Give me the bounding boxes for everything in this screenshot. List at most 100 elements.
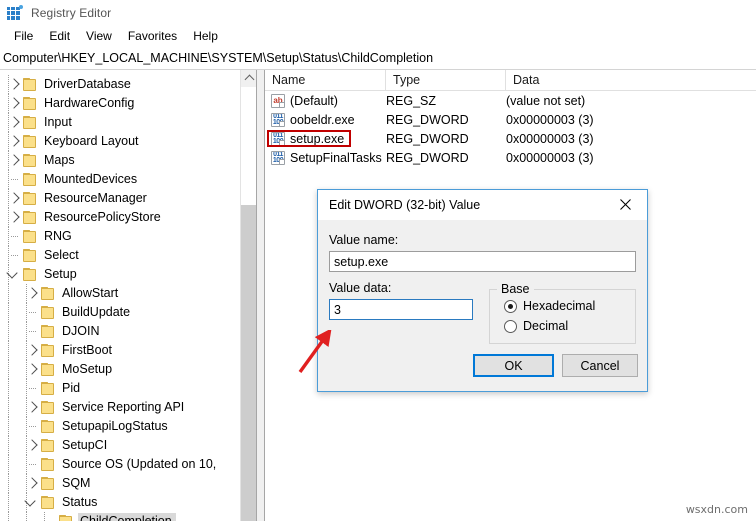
tree-guide-line	[8, 398, 9, 417]
value-name-input[interactable]: setup.exe	[329, 251, 636, 272]
tree-item-resourcemanager[interactable]: ResourceManager	[0, 189, 243, 208]
annotation-arrow	[296, 328, 340, 379]
folder-icon	[40, 343, 56, 358]
chevron-right-icon[interactable]	[6, 113, 22, 132]
table-row[interactable]: 011 100 setup.exe REG_DWORD 0x00000003 (3)	[265, 129, 756, 148]
column-header-data[interactable]: Data	[506, 70, 756, 90]
menu-favorites[interactable]: Favorites	[120, 27, 185, 45]
tree-leaf-marker	[6, 170, 22, 189]
tree-item-djoin[interactable]: DJOIN	[0, 322, 243, 341]
chevron-down-icon[interactable]	[24, 493, 40, 512]
scrollbar-track[interactable]	[241, 205, 256, 521]
chevron-right-icon[interactable]	[24, 284, 40, 303]
tree-item-label: ResourcePolicyStore	[44, 210, 161, 224]
tree-item-rng[interactable]: RNG	[0, 227, 243, 246]
chevron-right-icon[interactable]	[24, 341, 40, 360]
tree-leaf-marker	[6, 227, 22, 246]
tree-item-setup[interactable]: Setup	[0, 265, 243, 284]
tree-vertical-scrollbar[interactable]	[240, 70, 256, 521]
tree-item-label: Status	[62, 495, 98, 509]
tree-guide-line	[8, 474, 9, 493]
value-name-text: (Default)	[290, 93, 338, 108]
chevron-right-icon[interactable]	[6, 132, 22, 151]
close-icon[interactable]	[603, 190, 647, 219]
menu-edit[interactable]: Edit	[41, 27, 78, 45]
table-row[interactable]: ab (Default) REG_SZ (value not set)	[265, 91, 756, 110]
tree-item-source-os-updated-on-10[interactable]: Source OS (Updated on 10,	[0, 455, 243, 474]
tree-item-label: BuildUpdate	[62, 305, 131, 319]
tree-item-keyboard-layout[interactable]: Keyboard Layout	[0, 132, 243, 151]
value-type-cell: REG_DWORD	[386, 112, 469, 127]
tree-item-buildupdate[interactable]: BuildUpdate	[0, 303, 243, 322]
value-data-input[interactable]: 3	[329, 299, 473, 320]
tree-item-label: SetupCI	[62, 438, 108, 452]
tree-item-label: MountedDevices	[44, 172, 138, 186]
radio-hexadecimal[interactable]: Hexadecimal	[504, 299, 595, 313]
chevron-right-icon[interactable]	[24, 436, 40, 455]
column-header-name[interactable]: Name	[265, 70, 386, 90]
tree-item-setupapilogstatus[interactable]: SetupapiLogStatus	[0, 417, 243, 436]
chevron-right-icon[interactable]	[6, 208, 22, 227]
registry-editor-icon	[7, 4, 23, 21]
chevron-down-icon[interactable]	[6, 265, 22, 284]
tree-item-childcompletion[interactable]: ChildCompletion	[0, 512, 243, 521]
tree-leaf-marker	[6, 246, 22, 265]
folder-icon	[40, 305, 56, 320]
folder-icon	[40, 400, 56, 415]
tree-item-service-reporting-api[interactable]: Service Reporting API	[0, 398, 243, 417]
table-row[interactable]: 011 100 oobeldr.exe REG_DWORD 0x00000003 (3…	[265, 110, 756, 129]
menu-help[interactable]: Help	[185, 27, 226, 45]
tree-item-firstboot[interactable]: FirstBoot	[0, 341, 243, 360]
tree-leaf-marker	[42, 512, 58, 521]
tree-item-mounteddevices[interactable]: MountedDevices	[0, 170, 243, 189]
tree-item-allowstart[interactable]: AllowStart	[0, 284, 243, 303]
chevron-right-icon[interactable]	[6, 75, 22, 94]
tree-leaf-marker	[24, 322, 40, 341]
base-groupbox: Base Hexadecimal Decimal	[489, 282, 636, 344]
chevron-right-icon[interactable]	[24, 398, 40, 417]
value-type-cell: REG_SZ	[386, 93, 437, 108]
tree-item-label: Service Reporting API	[62, 400, 185, 414]
tree-item-input[interactable]: Input	[0, 113, 243, 132]
cancel-button[interactable]: Cancel	[562, 354, 638, 377]
menu-view[interactable]: View	[78, 27, 120, 45]
tree-item-hardwareconfig[interactable]: HardwareConfig	[0, 94, 243, 113]
chevron-right-icon[interactable]	[24, 474, 40, 493]
tree-item-status[interactable]: Status	[0, 493, 243, 512]
table-row[interactable]: 011 100 SetupFinalTasks REG_DWORD 0x0000000…	[265, 148, 756, 167]
ok-button[interactable]: OK	[473, 354, 554, 377]
folder-icon	[40, 381, 56, 396]
radio-decimal[interactable]: Decimal	[504, 319, 568, 333]
tree-item-label: SetupapiLogStatus	[62, 419, 168, 433]
tree-item-label: FirstBoot	[62, 343, 113, 357]
scrollbar-thumb[interactable]	[241, 87, 256, 205]
address-bar[interactable]: Computer\HKEY_LOCAL_MACHINE\SYSTEM\Setup…	[0, 47, 756, 70]
value-type-cell: REG_DWORD	[386, 131, 469, 146]
tree-item-driverdatabase[interactable]: DriverDatabase	[0, 75, 243, 94]
scroll-up-button[interactable]	[241, 70, 256, 87]
values-column-header: Name Type Data	[265, 70, 756, 91]
tree-item-select[interactable]: Select	[0, 246, 243, 265]
tree-item-resourcepolicystore[interactable]: ResourcePolicyStore	[0, 208, 243, 227]
chevron-right-icon[interactable]	[24, 360, 40, 379]
value-name-cell: 011 100 oobeldr.exe	[271, 110, 396, 129]
tree-item-label: DriverDatabase	[44, 77, 131, 91]
tree-item-maps[interactable]: Maps	[0, 151, 243, 170]
tree-item-sqm[interactable]: SQM	[0, 474, 243, 493]
folder-icon	[22, 210, 38, 225]
chevron-right-icon[interactable]	[6, 151, 22, 170]
tree-leaf-marker	[24, 455, 40, 474]
chevron-right-icon[interactable]	[6, 94, 22, 113]
chevron-right-icon[interactable]	[6, 189, 22, 208]
registry-path: Computer\HKEY_LOCAL_MACHINE\SYSTEM\Setup…	[3, 51, 434, 65]
tree-item-mosetup[interactable]: MoSetup	[0, 360, 243, 379]
folder-icon	[40, 419, 56, 434]
tree-item-pid[interactable]: Pid	[0, 379, 243, 398]
folder-icon	[22, 248, 38, 263]
menu-file[interactable]: File	[6, 27, 41, 45]
folder-icon	[22, 191, 38, 206]
tree-item-setupci[interactable]: SetupCI	[0, 436, 243, 455]
pane-splitter[interactable]	[256, 70, 265, 521]
dword-value-icon: 011 100	[271, 150, 285, 165]
column-header-type[interactable]: Type	[386, 70, 506, 90]
